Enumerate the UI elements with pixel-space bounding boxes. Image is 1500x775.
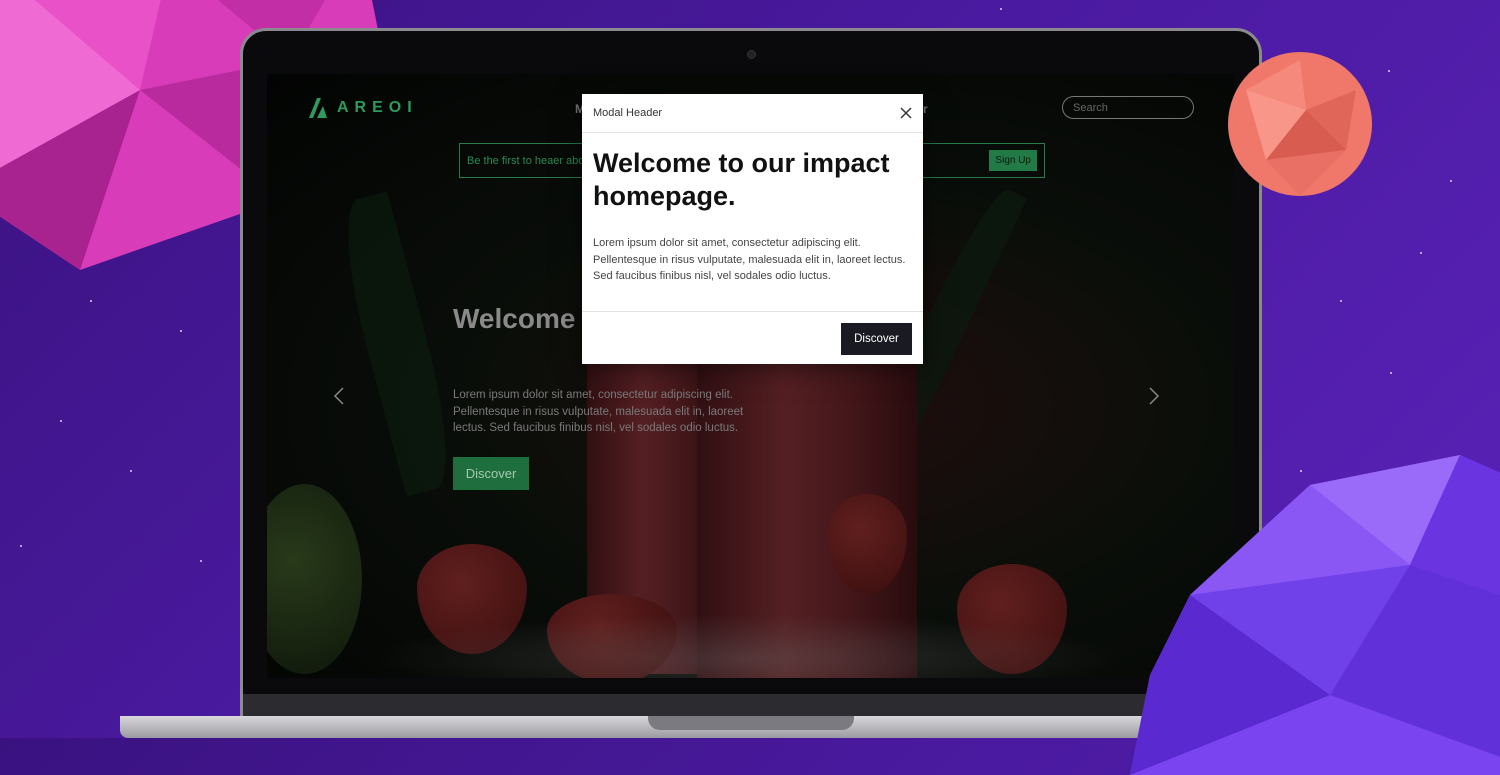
- chevron-left-icon[interactable]: [333, 386, 345, 406]
- star: [1388, 70, 1390, 72]
- star: [180, 330, 182, 332]
- coral-planet-decoration: [1228, 52, 1372, 196]
- chevron-right-icon[interactable]: [1148, 386, 1160, 406]
- modal-dialog: Modal Header Welcome to our impact homep…: [582, 94, 923, 364]
- signup-text: Be the first to heaer abo: [467, 154, 585, 167]
- star: [1000, 8, 1002, 10]
- star: [130, 470, 132, 472]
- star: [200, 560, 202, 562]
- hero-discover-button[interactable]: Discover: [453, 457, 529, 490]
- modal-discover-button[interactable]: Discover: [841, 323, 912, 355]
- star: [1450, 180, 1452, 182]
- hero-body: Lorem ipsum dolor sit amet, consectetur …: [453, 389, 744, 434]
- star: [60, 420, 62, 422]
- signup-button[interactable]: Sign Up: [989, 150, 1037, 171]
- close-icon[interactable]: [899, 106, 913, 120]
- modal-title: Welcome to our impact homepage.: [593, 148, 890, 211]
- star: [1420, 252, 1422, 254]
- site-search-input[interactable]: [1062, 96, 1194, 119]
- laptop-bezel: [243, 694, 1259, 716]
- site-logo[interactable]: AREOI: [309, 98, 418, 118]
- modal-header-title: Modal Header: [593, 107, 663, 119]
- modal-footer: Discover: [582, 311, 923, 365]
- star: [1390, 372, 1392, 374]
- laptop-notch: [648, 716, 854, 730]
- logo-mark-icon: [309, 98, 327, 118]
- modal-body-text: Lorem ipsum dolor sit amet, consectetur …: [593, 237, 906, 282]
- purple-planet-decoration: [1130, 455, 1500, 775]
- nav-item[interactable]: r: [923, 102, 928, 116]
- logo-text: AREOI: [337, 99, 418, 116]
- star: [90, 300, 92, 302]
- laptop-camera: [747, 50, 756, 59]
- star: [20, 545, 22, 547]
- star: [1340, 300, 1342, 302]
- modal-header: Modal Header: [582, 94, 923, 133]
